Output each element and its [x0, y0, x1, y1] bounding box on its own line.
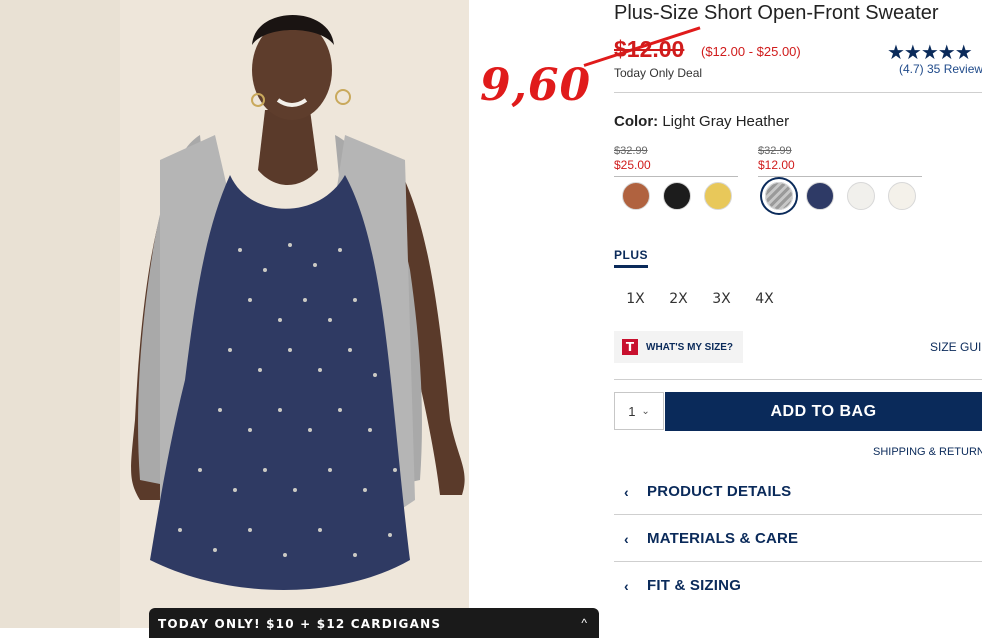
quantity-value: 1 [628, 403, 636, 419]
model-illustration [0, 0, 469, 628]
product-title: Plus-Size Short Open-Front Sweater [614, 2, 939, 24]
chevron-left-icon: ‹ [624, 578, 629, 594]
color-swatch-cream[interactable] [888, 182, 916, 210]
accordion-label: FIT & SIZING [647, 577, 742, 594]
chevron-left-icon: ‹ [624, 531, 629, 547]
accordion-materials-care[interactable]: ‹ MATERIALS & CARE [614, 515, 982, 562]
accordion-product-details[interactable]: ‹ PRODUCT DETAILS [614, 468, 982, 515]
accordion-label: PRODUCT DETAILS [647, 483, 792, 500]
divider [614, 92, 982, 93]
sale-price: $12.00 [614, 36, 685, 62]
original-price: $32.99 [614, 145, 648, 157]
color-swatch-light-gray-heather[interactable] [765, 182, 793, 210]
shipping-returns-link[interactable]: SHIPPING & RETURNS [873, 446, 982, 458]
price-range: ($12.00 - $25.00) [701, 44, 801, 59]
color-swatch-rust[interactable] [622, 182, 650, 210]
swatch-row [765, 182, 916, 210]
color-label: Color: [614, 113, 659, 130]
accordion-label: MATERIALS & CARE [647, 530, 799, 547]
color-selection: Color: Light Gray Heather [614, 113, 789, 130]
add-to-bag-button[interactable]: ADD TO BAG [665, 392, 982, 431]
divider [614, 176, 738, 177]
whats-my-size-button[interactable]: T WHAT'S MY SIZE? [614, 331, 743, 363]
chevron-left-icon: ‹ [624, 484, 629, 500]
color-swatch-black[interactable] [663, 182, 691, 210]
reviews-link[interactable]: (4.7) 35 Reviews [899, 62, 982, 76]
color-swatch-yellow[interactable] [704, 182, 732, 210]
size-option[interactable]: 4X [743, 291, 786, 307]
size-option[interactable]: 3X [700, 291, 743, 307]
swatch-row [622, 182, 732, 210]
divider [614, 379, 982, 380]
size-option[interactable]: 2X [657, 291, 700, 307]
product-photo[interactable] [0, 0, 469, 628]
color-swatch-off-white[interactable] [847, 182, 875, 210]
size-option[interactable]: 1X [614, 291, 657, 307]
promo-banner[interactable]: TODAY ONLY! $10 + $12 CARDIGANS ^ [149, 608, 599, 638]
color-swatch-navy[interactable] [806, 182, 834, 210]
original-price: $32.99 [758, 145, 792, 157]
price-annotation: 9,60 [480, 60, 592, 111]
color-value: Light Gray Heather [662, 113, 790, 130]
accordion-fit-sizing[interactable]: ‹ FIT & SIZING [614, 562, 982, 608]
swatch-group-price: $32.99 $25.00 [614, 145, 738, 177]
chevron-down-icon: ⌄ [641, 405, 650, 417]
swatch-group-price: $32.99 $12.00 [758, 145, 922, 177]
true-fit-icon: T [622, 339, 638, 355]
size-options: 1X 2X 3X 4X [614, 291, 786, 307]
deal-label: Today Only Deal [614, 66, 703, 80]
quantity-select[interactable]: 1 ⌄ [614, 392, 664, 430]
group-price: $25.00 [614, 158, 651, 172]
tab-plus-size[interactable]: PLUS [614, 248, 649, 268]
group-price: $12.00 [758, 158, 795, 172]
whats-my-size-label: WHAT'S MY SIZE? [646, 341, 734, 353]
size-guide-link[interactable]: SIZE GUIDE [930, 340, 982, 354]
divider [758, 176, 922, 177]
promo-label: TODAY ONLY! $10 + $12 CARDIGANS [158, 617, 442, 631]
